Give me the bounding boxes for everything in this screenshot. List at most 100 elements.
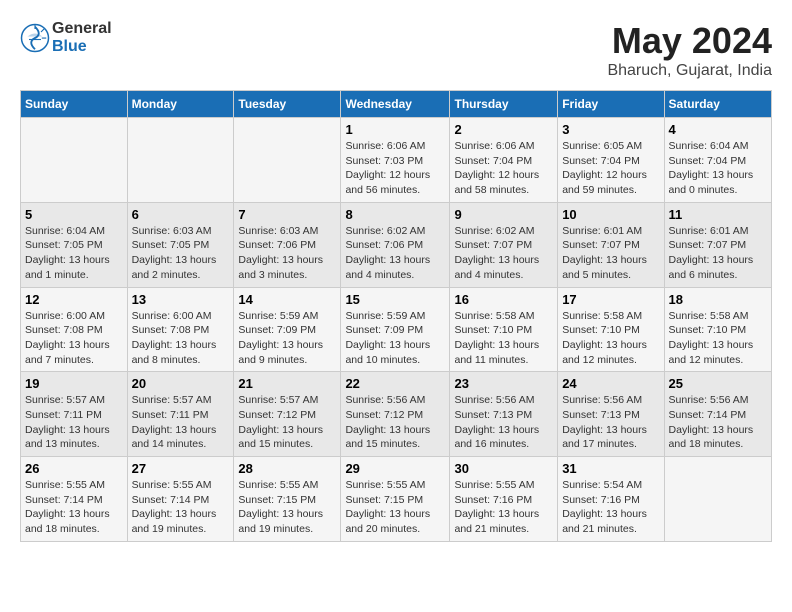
day-cell-12: 12Sunrise: 6:00 AMSunset: 7:08 PMDayligh…: [21, 287, 128, 372]
day-cell-19: 19Sunrise: 5:57 AMSunset: 7:11 PMDayligh…: [21, 372, 128, 457]
day-info-10: Sunrise: 6:01 AMSunset: 7:07 PMDaylight:…: [562, 224, 659, 283]
day-info-line: Sunset: 7:16 PM: [562, 494, 640, 506]
day-info-line: Sunrise: 5:55 AM: [454, 479, 534, 491]
day-cell-30: 30Sunrise: 5:55 AMSunset: 7:16 PMDayligh…: [450, 457, 558, 542]
day-info-14: Sunrise: 5:59 AMSunset: 7:09 PMDaylight:…: [238, 309, 336, 368]
day-number-24: 24: [562, 376, 659, 391]
day-info-13: Sunrise: 6:00 AMSunset: 7:08 PMDaylight:…: [132, 309, 230, 368]
day-info-4: Sunrise: 6:04 AMSunset: 7:04 PMDaylight:…: [669, 139, 767, 198]
day-info-11: Sunrise: 6:01 AMSunset: 7:07 PMDaylight:…: [669, 224, 767, 283]
day-number-25: 25: [669, 376, 767, 391]
day-info-line: Daylight: 13 hours and 15 minutes.: [238, 424, 323, 451]
day-number-14: 14: [238, 292, 336, 307]
day-info-1: Sunrise: 6:06 AMSunset: 7:03 PMDaylight:…: [345, 139, 445, 198]
title-block: May 2024 Bharuch, Gujarat, India: [607, 20, 772, 80]
day-info-16: Sunrise: 5:58 AMSunset: 7:10 PMDaylight:…: [454, 309, 553, 368]
day-cell-11: 11Sunrise: 6:01 AMSunset: 7:07 PMDayligh…: [664, 202, 771, 287]
day-info-line: Sunset: 7:15 PM: [238, 494, 316, 506]
day-info-line: Sunset: 7:14 PM: [25, 494, 103, 506]
empty-cell: [21, 118, 128, 203]
day-info-28: Sunrise: 5:55 AM Sunset: 7:15 PM Daylight:…: [238, 478, 336, 537]
day-info-line: Sunset: 7:10 PM: [454, 324, 532, 336]
empty-cell: [664, 457, 771, 542]
day-number-23: 23: [454, 376, 553, 391]
day-number-10: 10: [562, 207, 659, 222]
day-info-line: Sunrise: 5:56 AM: [345, 394, 425, 406]
day-info-line: Daylight: 12 hours and 58 minutes.: [454, 169, 539, 196]
day-info-line: Daylight: 13 hours and 7 minutes.: [25, 339, 110, 366]
day-info-line: Sunrise: 5:57 AM: [132, 394, 212, 406]
day-number-28: 28: [238, 461, 336, 476]
day-info-line: Sunrise: 5:59 AM: [345, 310, 425, 322]
day-info-line: Daylight: 13 hours and 4 minutes.: [345, 254, 430, 281]
day-info-25: Sunrise: 5:56 AMSunset: 7:14 PMDaylight:…: [669, 393, 767, 452]
day-cell-29: 29 Sunrise: 5:55 AMSunset: 7:15 PMDayligh…: [341, 457, 450, 542]
day-cell-5: 5 Sunrise: 6:04 AMSunset: 7:05 PMDaylight…: [21, 202, 128, 287]
day-info-line: Sunset: 7:09 PM: [345, 324, 423, 336]
day-info-line: Sunrise: 5:57 AM: [25, 394, 105, 406]
day-info-line: Sunrise: 5:55 AM: [238, 479, 318, 491]
day-info-line: Sunrise: 6:03 AM: [132, 225, 212, 237]
header-saturday: Saturday: [664, 91, 771, 118]
day-cell-9: 9Sunrise: 6:02 AMSunset: 7:07 PMDaylight…: [450, 202, 558, 287]
day-info-line: Sunset: 7:03 PM: [345, 155, 423, 167]
day-info-line: Sunset: 7:08 PM: [132, 324, 210, 336]
month-year: May 2024: [607, 20, 772, 62]
header-monday: Monday: [127, 91, 234, 118]
day-info-line: Sunset: 7:16 PM: [454, 494, 532, 506]
day-cell-8: 8Sunrise: 6:02 AMSunset: 7:06 PMDaylight…: [341, 202, 450, 287]
day-info-line: Daylight: 13 hours and 19 minutes.: [238, 508, 323, 535]
day-info-21: Sunrise: 5:57 AMSunset: 7:12 PMDaylight:…: [238, 393, 336, 452]
day-info-line: Sunset: 7:08 PM: [25, 324, 103, 336]
day-cell-16: 16Sunrise: 5:58 AMSunset: 7:10 PMDayligh…: [450, 287, 558, 372]
day-info-line: Sunrise: 6:02 AM: [454, 225, 534, 237]
day-info-line: Sunrise: 5:56 AM: [454, 394, 534, 406]
day-info-line: Sunrise: 6:04 AM: [669, 140, 749, 152]
day-number-16: 16: [454, 292, 553, 307]
day-number-4: 4: [669, 122, 767, 137]
day-cell-3: 3Sunrise: 6:05 AMSunset: 7:04 PMDaylight…: [558, 118, 664, 203]
day-number-15: 15: [345, 292, 445, 307]
day-cell-20: 20Sunrise: 5:57 AMSunset: 7:11 PMDayligh…: [127, 372, 234, 457]
day-info-line: Sunset: 7:13 PM: [454, 409, 532, 421]
day-info-line: Sunrise: 6:06 AM: [345, 140, 425, 152]
header-tuesday: Tuesday: [234, 91, 341, 118]
day-info-line: Daylight: 13 hours and 9 minutes.: [238, 339, 323, 366]
day-info-line: Daylight: 13 hours and 21 minutes.: [454, 508, 539, 535]
day-number-29: 29: [345, 461, 445, 476]
day-number-1: 1: [345, 122, 445, 137]
week-row-3: 12Sunrise: 6:00 AMSunset: 7:08 PMDayligh…: [21, 287, 772, 372]
day-info-29: Sunrise: 5:55 AMSunset: 7:15 PMDaylight:…: [345, 478, 445, 537]
day-info-3: Sunrise: 6:05 AMSunset: 7:04 PMDaylight:…: [562, 139, 659, 198]
day-info-line: Sunrise: 6:05 AM: [562, 140, 642, 152]
day-info-line: Sunset: 7:14 PM: [132, 494, 210, 506]
day-number-17: 17: [562, 292, 659, 307]
logo-general-text: General: [52, 20, 112, 37]
day-info-line: Sunset: 7:05 PM: [25, 239, 103, 251]
day-number-7: 7: [238, 207, 336, 222]
day-info-line: Sunrise: 5:54 AM: [562, 479, 642, 491]
day-info-line: Sunset: 7:06 PM: [238, 239, 316, 251]
day-info-line: Daylight: 13 hours and 12 minutes.: [562, 339, 647, 366]
day-cell-22: 22Sunrise: 5:56 AMSunset: 7:12 PMDayligh…: [341, 372, 450, 457]
day-info-line: Daylight: 13 hours and 21 minutes.: [562, 508, 647, 535]
day-info-line: Sunrise: 6:00 AM: [25, 310, 105, 322]
day-info-line: Sunset: 7:04 PM: [454, 155, 532, 167]
day-cell-24: 24Sunrise: 5:56 AMSunset: 7:13 PMDayligh…: [558, 372, 664, 457]
day-info-line: Sunrise: 5:58 AM: [454, 310, 534, 322]
day-info-line: Daylight: 13 hours and 4 minutes.: [454, 254, 539, 281]
day-info-line: Sunset: 7:12 PM: [238, 409, 316, 421]
day-number-19: 19: [25, 376, 123, 391]
day-info-23: Sunrise: 5:56 AMSunset: 7:13 PMDaylight:…: [454, 393, 553, 452]
day-info-6: Sunrise: 6:03 AMSunset: 7:05 PMDaylight:…: [132, 224, 230, 283]
day-info-5: Sunrise: 6:04 AMSunset: 7:05 PMDaylight:…: [25, 224, 123, 283]
day-cell-15: 15Sunrise: 5:59 AMSunset: 7:09 PMDayligh…: [341, 287, 450, 372]
day-cell-21: 21Sunrise: 5:57 AMSunset: 7:12 PMDayligh…: [234, 372, 341, 457]
day-number-5: 5: [25, 207, 123, 222]
day-number-31: 31: [562, 461, 659, 476]
day-info-line: Sunset: 7:11 PM: [25, 409, 102, 421]
day-cell-31: 31 Sunrise: 5:54 AM Sunset: 7:16 PM Dayligh…: [558, 457, 664, 542]
day-info-line: Sunset: 7:07 PM: [454, 239, 532, 251]
day-info-line: Sunrise: 5:58 AM: [669, 310, 749, 322]
day-info-line: Sunset: 7:12 PM: [345, 409, 423, 421]
